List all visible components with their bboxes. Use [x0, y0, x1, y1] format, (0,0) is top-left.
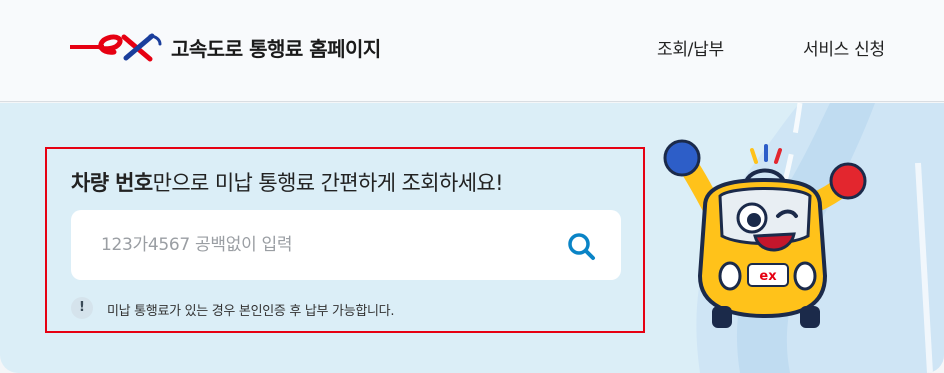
- hero-section: ex 차량 번호만으로 미납 통행료 간편하게 조회하세요! ! 미납 통행료가…: [0, 103, 944, 373]
- vehicle-search-panel: 차량 번호만으로 미납 통행료 간편하게 조회하세요! ! 미납 통행료가 있는…: [45, 147, 645, 333]
- left-glove-icon: [663, 139, 701, 177]
- nav-lookup-payment[interactable]: 조회/납부: [657, 35, 724, 60]
- site-header: 고속도로 통행료 홈페이지 조회/납부 서비스 신청: [0, 0, 944, 102]
- headline-rest: 만으로 미납 통행료 간편하게 조회하세요!: [152, 171, 504, 195]
- search-box: [71, 210, 621, 280]
- notice-text: 미납 통행료가 있는 경우 본인인증 후 납부 가능합니다.: [107, 304, 395, 319]
- vehicle-number-input[interactable]: [101, 230, 541, 260]
- exclamation-icon: !: [71, 297, 93, 319]
- ex-logo-mark: [70, 33, 162, 62]
- mascot-ex-badge: ex: [759, 269, 777, 284]
- mascot-car-illustration: ex: [663, 139, 867, 328]
- search-headline: 차량 번호만으로 미납 통행료 간편하게 조회하세요!: [71, 167, 504, 197]
- ex-logo[interactable]: [70, 30, 162, 64]
- headline-bold: 차량 번호: [71, 171, 153, 195]
- site-title[interactable]: 고속도로 통행료 홈페이지: [171, 33, 381, 62]
- nav-service-application[interactable]: 서비스 신청: [803, 35, 885, 60]
- right-glove-icon: [829, 162, 867, 200]
- search-icon[interactable]: [565, 230, 597, 262]
